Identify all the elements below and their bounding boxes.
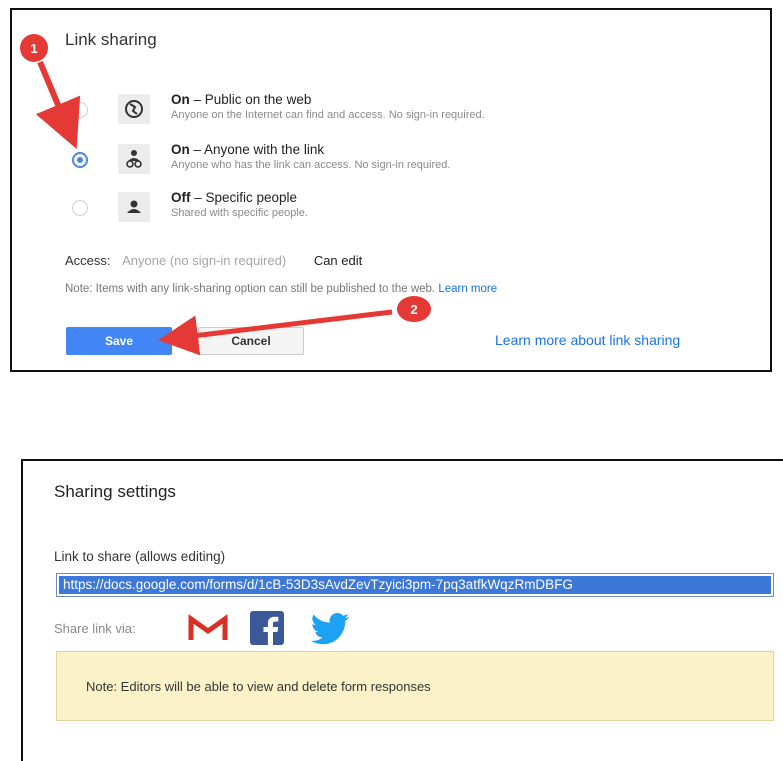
option-label: – Specific people [190, 190, 298, 205]
facebook-icon[interactable] [250, 611, 284, 645]
option-state: On [171, 92, 190, 107]
gmail-icon[interactable] [188, 613, 228, 643]
editors-note-box: Note: Editors will be able to view and d… [56, 651, 774, 721]
person-icon [118, 192, 150, 222]
share-link-value[interactable]: https://docs.google.com/forms/d/1cB-53D3… [59, 576, 771, 594]
option-public-on-web[interactable]: On – Public on the web Anyone on the Int… [12, 92, 752, 136]
access-label: Access: [65, 253, 111, 268]
option-description: Anyone on the Internet can find and acce… [171, 109, 485, 121]
publish-note-text: Note: Items with any link-sharing option… [65, 283, 436, 295]
people-link-icon [118, 144, 150, 174]
cancel-button[interactable]: Cancel [198, 327, 304, 355]
publish-note: Note: Items with any link-sharing option… [65, 283, 497, 295]
globe-icon [118, 94, 150, 124]
option-state: Off [171, 190, 191, 205]
access-row: Access: Anyone (no sign-in required) Can… [65, 253, 362, 268]
share-via-label: Share link via: [54, 621, 136, 636]
learn-more-link-sharing[interactable]: Learn more about link sharing [495, 332, 680, 348]
option-description: Shared with specific people. [171, 207, 308, 219]
option-description: Anyone who has the link can access. No s… [171, 159, 451, 171]
link-sharing-panel: Link sharing On – Public on the web Anyo… [10, 8, 772, 372]
editors-note-text: Note: Editors will be able to view and d… [86, 679, 431, 694]
access-value[interactable]: Anyone (no sign-in required) [122, 253, 286, 268]
option-state: On [171, 142, 190, 157]
learn-more-link[interactable]: Learn more [438, 283, 497, 295]
link-sharing-title: Link sharing [65, 30, 157, 49]
sharing-settings-panel: Sharing settings Link to share (allows e… [21, 459, 783, 761]
radio-specific-people[interactable] [72, 200, 88, 216]
share-link-field[interactable]: https://docs.google.com/forms/d/1cB-53D3… [56, 573, 774, 597]
link-to-share-label: Link to share (allows editing) [54, 549, 226, 564]
radio-anyone-with-link[interactable] [72, 152, 88, 168]
option-anyone-with-link[interactable]: On – Anyone with the link Anyone who has… [12, 142, 752, 186]
option-label: – Anyone with the link [189, 142, 325, 157]
save-button[interactable]: Save [66, 327, 172, 355]
twitter-icon[interactable] [310, 613, 350, 645]
option-specific-people[interactable]: Off – Specific people Shared with specif… [12, 190, 752, 234]
option-label: – Public on the web [189, 92, 312, 107]
sharing-settings-title: Sharing settings [54, 482, 176, 501]
access-permission-dropdown[interactable]: Can edit [314, 253, 362, 268]
radio-public-on-web[interactable] [72, 102, 88, 118]
